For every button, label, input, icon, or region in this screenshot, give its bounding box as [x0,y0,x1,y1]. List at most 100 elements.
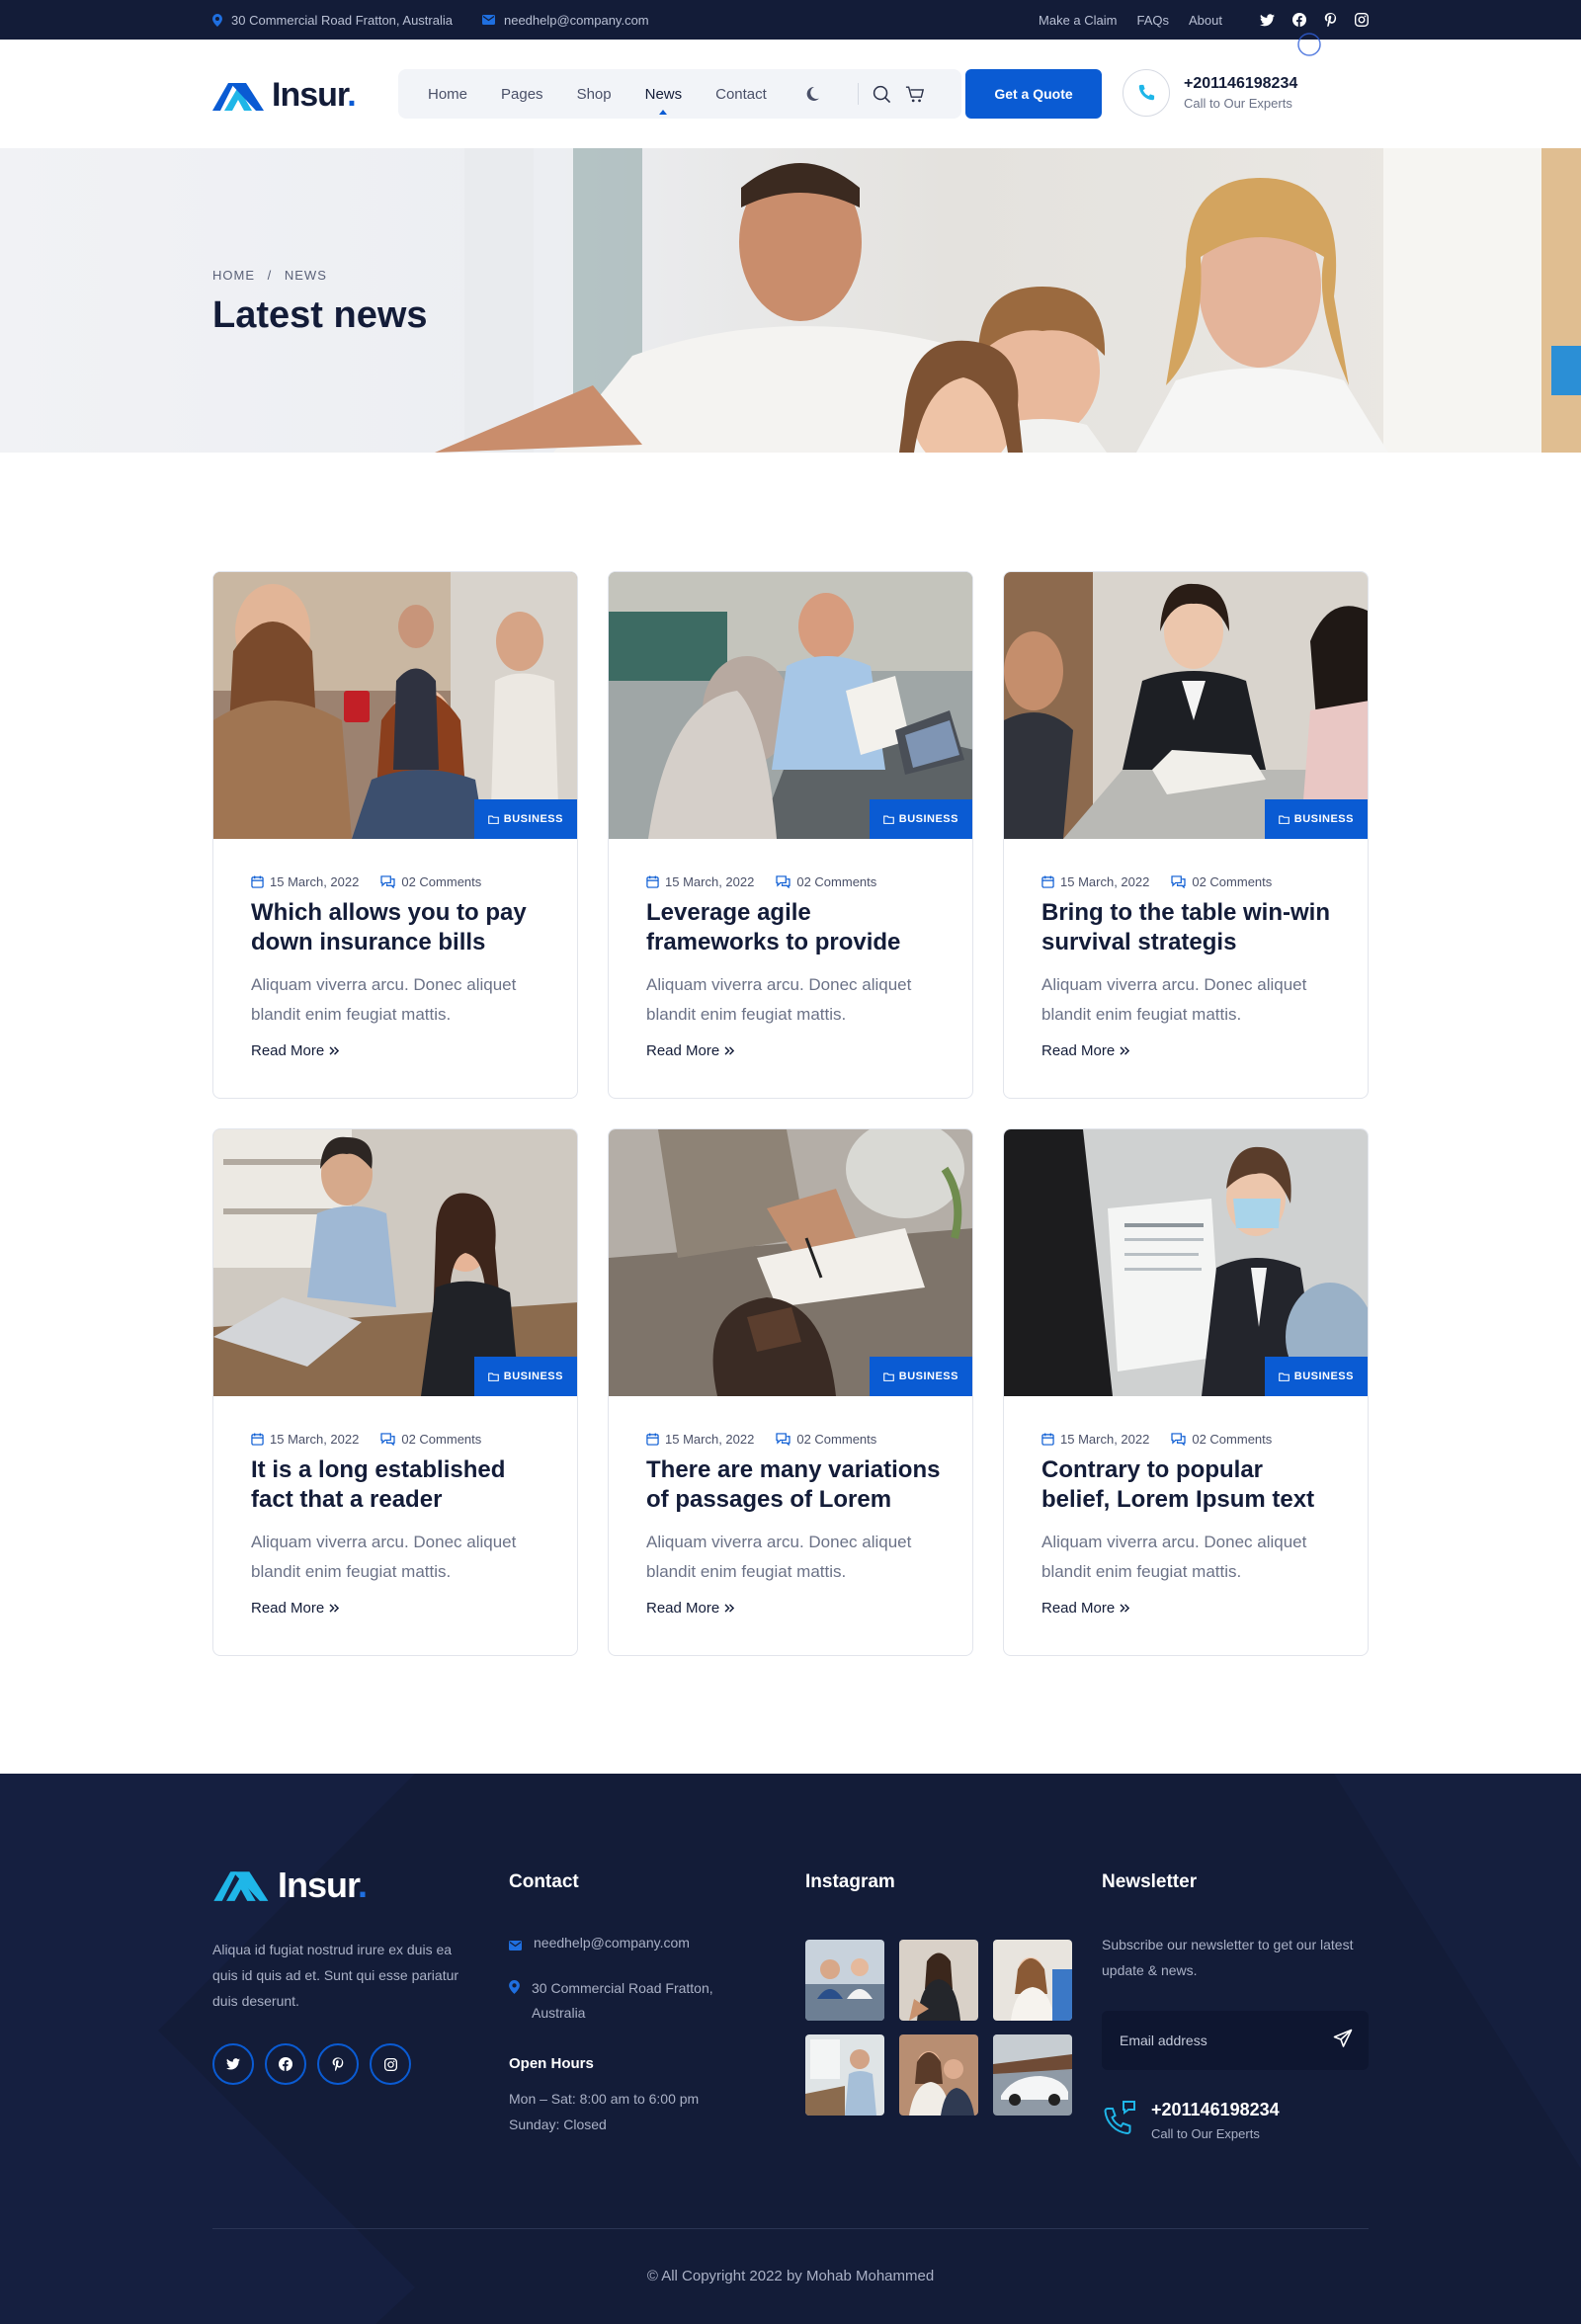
header-phone[interactable]: +201146198234 Call to Our Experts [1123,69,1297,117]
footer-twitter-button[interactable] [212,2043,254,2085]
post-meta: 15 March, 2022 02 Comments [646,1432,876,1447]
open-hours-title: Open Hours [509,2055,594,2072]
instagram-thumb[interactable] [805,1940,884,2021]
footer-pinterest-button[interactable] [317,2043,359,2085]
twitter-icon[interactable] [1260,13,1275,27]
post-excerpt: Aliquam viverra arcu. Donec aliquet blan… [646,975,912,1024]
nav-contact[interactable]: Contact [715,86,767,103]
cursor-ring-icon [1297,33,1321,56]
post-title[interactable]: Bring to the table win-win survival stra… [1041,898,1338,957]
post-title[interactable]: Leverage agile frameworks to provide [646,898,943,957]
instagram-thumb[interactable] [993,2034,1072,2116]
category-badge[interactable]: BUSINESS [1264,1357,1368,1396]
instagram-thumb[interactable] [899,1940,978,2021]
post-title[interactable]: It is a long established fact that a rea… [251,1455,547,1515]
footer-facebook-button[interactable] [265,2043,306,2085]
read-more-link[interactable]: Read More [251,1600,340,1617]
comment-icon [380,1433,395,1446]
get-a-quote-button[interactable]: Get a Quote [965,69,1102,119]
footer-phone[interactable]: +201146198234 Call to Our Experts [1102,2100,1280,2141]
news-card: BUSINESS 15 March, 2022 02 Comments Cont… [1003,1128,1369,1656]
calendar-icon [251,1433,264,1446]
category-badge[interactable]: BUSINESS [869,1357,972,1396]
post-comments[interactable]: 02 Comments [1192,874,1272,889]
post-date[interactable]: 15 March, 2022 [270,874,359,889]
post-date[interactable]: 15 March, 2022 [270,1432,359,1447]
site-logo[interactable]: Insur. [212,76,357,115]
footer-instagram-button[interactable] [370,2043,411,2085]
category-badge[interactable]: BUSINESS [869,799,972,839]
calendar-icon [1041,1433,1054,1446]
post-title[interactable]: There are many variations of passages of… [646,1455,943,1515]
nav-shop[interactable]: Shop [577,86,612,103]
post-date[interactable]: 15 March, 2022 [1060,1432,1149,1447]
facebook-icon[interactable] [1292,13,1306,27]
category-label: BUSINESS [898,813,958,825]
newsletter-description: Subscribe our newsletter to get our late… [1102,1937,1354,1978]
topbar-email[interactable]: needhelp@company.com [504,13,649,28]
phone-chat-icon [1102,2100,1137,2135]
instagram-icon[interactable] [1355,13,1369,27]
footer-phone-number: +201146198234 [1151,2100,1280,2119]
newsletter-email-input[interactable] [1120,2011,1317,2070]
post-date[interactable]: 15 March, 2022 [1060,874,1149,889]
instagram-thumb[interactable] [805,2034,884,2116]
post-title[interactable]: Contrary to popular belief, Lorem Ipsum … [1041,1455,1338,1515]
page-title: Latest news [212,294,428,336]
footer-contact-title: Contact [509,1871,579,1892]
make-a-claim-link[interactable]: Make a Claim [1039,13,1117,28]
read-more-label: Read More [646,1600,720,1617]
category-badge[interactable]: BUSINESS [473,1357,577,1396]
category-label: BUSINESS [1293,1370,1354,1382]
breadcrumb-current: NEWS [284,268,327,283]
nav-news[interactable]: News [645,86,683,103]
read-more-link[interactable]: Read More [251,1042,340,1059]
post-comments[interactable]: 02 Comments [401,1432,481,1447]
send-icon[interactable] [1333,2029,1353,2048]
cart-icon[interactable] [905,85,925,104]
location-icon [509,1980,520,1994]
read-more-link[interactable]: Read More [646,1600,735,1617]
post-excerpt: Aliquam viverra arcu. Donec aliquet blan… [1041,1533,1307,1581]
post-comments[interactable]: 02 Comments [1192,1432,1272,1447]
post-date[interactable]: 15 March, 2022 [665,1432,754,1447]
about-link[interactable]: About [1189,13,1222,28]
search-icon[interactable] [873,85,891,104]
instagram-icon [383,2057,397,2071]
moon-icon[interactable] [804,86,820,102]
phone-icon [1137,84,1155,102]
category-badge[interactable]: BUSINESS [473,799,577,839]
post-excerpt: Aliquam viverra arcu. Donec aliquet blan… [251,975,517,1024]
post-meta: 15 March, 2022 02 Comments [1041,874,1272,889]
logo-mark-icon [213,1871,269,1901]
nav-home[interactable]: Home [428,86,467,103]
read-more-link[interactable]: Read More [646,1042,735,1059]
read-more-link[interactable]: Read More [1041,1600,1130,1617]
post-title[interactable]: Which allows you to pay down insurance b… [251,898,547,957]
open-hours: Mon – Sat: 8:00 am to 6:00 pm Sunday: Cl… [509,2086,699,2137]
breadcrumb-home[interactable]: HOME [212,268,255,283]
footer-email[interactable]: needhelp@company.com [534,1931,690,1955]
twitter-icon [226,2058,240,2070]
faqs-link[interactable]: FAQs [1137,13,1170,28]
nav-pages[interactable]: Pages [501,86,543,103]
footer-phone-caption: Call to Our Experts [1151,2126,1260,2141]
read-more-link[interactable]: Read More [1041,1042,1130,1059]
instagram-thumb[interactable] [993,1940,1072,2021]
post-comments[interactable]: 02 Comments [401,874,481,889]
footer-logo[interactable]: Insur. [212,1865,368,1906]
calendar-icon [1041,875,1054,888]
pinterest-icon[interactable] [1324,13,1337,27]
post-date[interactable]: 15 March, 2022 [665,874,754,889]
post-meta: 15 March, 2022 02 Comments [1041,1432,1272,1447]
breadcrumb: HOME / NEWS [212,268,327,283]
folder-icon [882,1372,894,1381]
category-badge[interactable]: BUSINESS [1264,799,1368,839]
post-comments[interactable]: 02 Comments [796,874,876,889]
double-chevron-icon [1120,1604,1130,1613]
footer-divider [212,2228,1369,2229]
news-card: BUSINESS 15 March, 2022 02 Comments Leve… [608,571,973,1099]
post-comments[interactable]: 02 Comments [796,1432,876,1447]
instagram-thumb[interactable] [899,2034,978,2116]
site-header: Insur. Home Pages Shop News Contact Get … [0,33,1581,148]
